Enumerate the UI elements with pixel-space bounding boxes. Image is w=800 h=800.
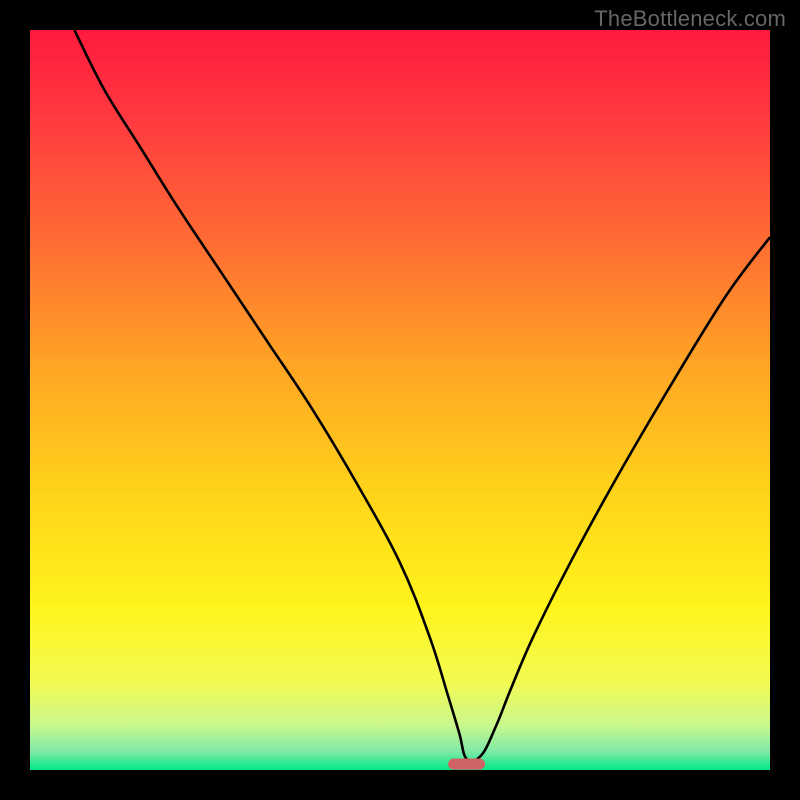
- plot-area: [30, 30, 770, 770]
- chart-frame: TheBottleneck.com: [0, 0, 800, 800]
- bottleneck-marker: [448, 759, 485, 770]
- curve-layer: [30, 30, 770, 770]
- bottleneck-curve: [74, 30, 770, 761]
- watermark-text: TheBottleneck.com: [594, 6, 786, 32]
